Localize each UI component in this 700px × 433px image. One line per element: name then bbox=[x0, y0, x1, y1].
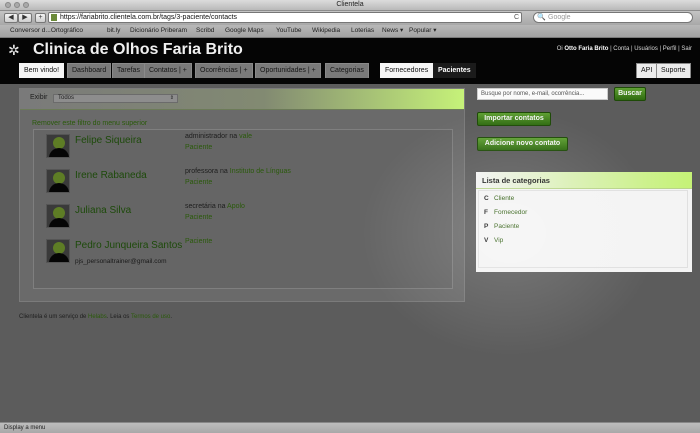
list-item: Pedro Junqueira Santos pjs_personaltrain… bbox=[34, 235, 452, 269]
categories-panel: Lista de categorias C Cliente F Fornecedor… bbox=[476, 172, 692, 272]
reload-icon[interactable]: C bbox=[514, 13, 519, 22]
tab-ocorrencias[interactable]: Ocorrências | + bbox=[195, 63, 253, 78]
add-bookmark-button[interactable]: + bbox=[35, 13, 46, 23]
remove-filter-link[interactable]: Remover este filtro do menu superior bbox=[32, 120, 147, 127]
tab-bem-vindo[interactable]: Bem vindo! bbox=[19, 63, 65, 78]
user-menu: Oi Otto Faria Brito | Conta | Usuários |… bbox=[557, 46, 692, 52]
filter-bar: Exibir Todos ⇕ bbox=[20, 89, 464, 110]
category-link[interactable]: Paciente bbox=[185, 144, 212, 151]
list-item: F Fornecedor bbox=[484, 209, 528, 216]
contact-name-link[interactable]: Juliana Silva bbox=[75, 205, 131, 216]
tab-contatos[interactable]: Contatos | + bbox=[144, 63, 192, 78]
tab-fornecedores[interactable]: Fornecedores bbox=[380, 63, 434, 78]
terms-link[interactable]: Termos de uso bbox=[131, 314, 170, 320]
filter-label: Exibir bbox=[30, 94, 48, 101]
company-link[interactable]: Apolo bbox=[227, 203, 245, 210]
user-name-link[interactable]: Otto Faria Brito bbox=[564, 46, 608, 52]
bookmark-item[interactable]: Google Maps bbox=[225, 25, 264, 37]
search-input[interactable]: Busque por nome, e-mail, ocorrência... bbox=[477, 88, 608, 100]
bookmark-item[interactable]: Dicionário Priberam bbox=[130, 25, 187, 37]
browser-search-input[interactable]: 🔍 Google bbox=[533, 12, 693, 23]
company-link[interactable]: vale bbox=[239, 133, 252, 140]
bookmark-item[interactable]: bit.ly bbox=[107, 25, 120, 37]
avatar[interactable] bbox=[46, 239, 70, 263]
contacts-panel: Exibir Todos ⇕ Remover este filtro do me… bbox=[19, 88, 465, 302]
avatar[interactable] bbox=[46, 169, 70, 193]
bookmark-item[interactable]: Wikipedia bbox=[312, 25, 340, 37]
bookmarks-bar: Conversor d...Ortográfico bit.ly Dicioná… bbox=[0, 25, 700, 38]
tab-suporte[interactable]: Suporte bbox=[656, 63, 691, 78]
footer: Clientela é um serviço de Helabs. Leia o… bbox=[19, 314, 173, 320]
window-title: Clientela bbox=[336, 1, 364, 8]
tab-dashboard[interactable]: Dashboard bbox=[67, 63, 112, 78]
contact-role: secretária na Apolo bbox=[185, 203, 245, 210]
categories-list: C Cliente F Fornecedor P Paciente V Vip bbox=[478, 190, 688, 268]
select-arrows-icon: ⇕ bbox=[169, 95, 174, 101]
back-button[interactable]: ◀ bbox=[4, 13, 18, 23]
browser-toolbar: ◀ ▶ + https://fariabrito.clientela.com.b… bbox=[0, 11, 700, 25]
avatar[interactable] bbox=[46, 204, 70, 228]
company-link[interactable]: Instituto de Línguas bbox=[230, 168, 291, 175]
category-link[interactable]: Fornecedor bbox=[494, 209, 527, 216]
brand-title[interactable]: Clinica de Olhos Faria Brito bbox=[33, 41, 243, 59]
tab-oportunidades[interactable]: Oportunidades | + bbox=[255, 63, 321, 78]
search-button[interactable]: Buscar bbox=[614, 87, 646, 101]
category-link[interactable]: Paciente bbox=[494, 223, 519, 230]
bookmark-item[interactable]: Conversor d...Ortográfico bbox=[10, 25, 83, 37]
contact-category-link[interactable]: Paciente bbox=[185, 238, 212, 245]
site-header: ✲ Clinica de Olhos Faria Brito Oi Otto F… bbox=[0, 38, 700, 84]
contact-name-link[interactable]: Irene Rabaneda bbox=[75, 170, 147, 181]
address-bar[interactable]: https://fariabrito.clientela.com.br/tags… bbox=[48, 12, 522, 23]
contact-role: administrador na vale bbox=[185, 133, 252, 140]
category-link[interactable]: Paciente bbox=[185, 179, 212, 186]
search-icon: 🔍 bbox=[537, 14, 546, 21]
bookmark-item[interactable]: YouTube bbox=[276, 25, 302, 37]
bookmark-item[interactable]: Loterias bbox=[351, 25, 374, 37]
list-item: Irene Rabaneda professora na Instituto d… bbox=[34, 165, 452, 199]
list-item: P Paciente bbox=[484, 223, 520, 230]
bookmark-item[interactable]: Popular ▾ bbox=[409, 25, 436, 37]
list-item: V Vip bbox=[484, 237, 504, 244]
browser-search-placeholder: Google bbox=[548, 14, 571, 21]
filter-select[interactable]: Todos ⇕ bbox=[53, 94, 178, 103]
avatar[interactable] bbox=[46, 134, 70, 158]
tab-categorias[interactable]: Categorias bbox=[325, 63, 369, 78]
filter-select-value: Todos bbox=[58, 95, 75, 101]
favicon-icon bbox=[51, 14, 57, 21]
tab-pacientes[interactable]: Pacientes bbox=[433, 63, 476, 78]
category-link[interactable]: Paciente bbox=[185, 214, 212, 221]
address-url[interactable]: https://fariabrito.clientela.com.br/tags… bbox=[60, 13, 237, 22]
add-contact-button[interactable]: Adicione novo contato bbox=[477, 137, 568, 151]
window-titlebar: Clientela bbox=[0, 0, 700, 11]
categories-title: Lista de categorias bbox=[482, 176, 550, 185]
contact-email[interactable]: pjs_personaltrainer@gmail.com bbox=[75, 258, 167, 265]
categories-header: Lista de categorias bbox=[476, 172, 692, 189]
list-item: C Cliente bbox=[484, 195, 515, 202]
list-item: Juliana Silva secretária na Apolo Pacien… bbox=[34, 200, 452, 234]
category-link[interactable]: Vip bbox=[494, 237, 503, 244]
tab-tarefas[interactable]: Tarefas bbox=[112, 63, 145, 78]
import-contacts-button[interactable]: Importar contatos bbox=[477, 112, 551, 126]
status-bar: Display a menu bbox=[0, 422, 700, 433]
list-item: Felipe Siqueira administrador na vale Pa… bbox=[34, 130, 452, 164]
contacts-list: Felipe Siqueira administrador na vale Pa… bbox=[33, 129, 453, 289]
gear-icon: ✲ bbox=[8, 42, 20, 58]
contact-name-link[interactable]: Pedro Junqueira Santos bbox=[75, 240, 182, 251]
contact-role: professora na Instituto de Línguas bbox=[185, 168, 291, 175]
helabs-link[interactable]: Helabs bbox=[88, 314, 107, 320]
account-links[interactable]: | Conta | Usuários | Perfil | Sair bbox=[610, 46, 692, 52]
contact-name-link[interactable]: Felipe Siqueira bbox=[75, 135, 142, 146]
category-link[interactable]: Cliente bbox=[494, 195, 514, 202]
tab-api[interactable]: API bbox=[636, 63, 658, 78]
bookmark-item[interactable]: News ▾ bbox=[382, 25, 403, 37]
bookmark-item[interactable]: Scribd bbox=[196, 25, 214, 37]
greeting-text: Oi bbox=[556, 46, 563, 52]
page-body: ✲ Clinica de Olhos Faria Brito Oi Otto F… bbox=[0, 38, 700, 422]
forward-button[interactable]: ▶ bbox=[18, 13, 32, 23]
